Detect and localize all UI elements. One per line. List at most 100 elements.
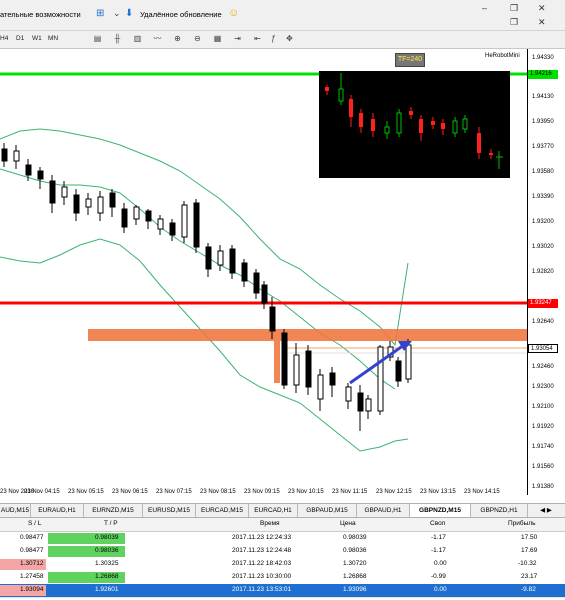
timeframe-label: TF=240 xyxy=(395,53,425,67)
cell-price: 0.98039 xyxy=(343,534,367,541)
smiley-icon[interactable]: ☺ xyxy=(228,7,239,19)
cell-time: 2017.11.22 18:42:03 xyxy=(232,560,292,567)
candles xyxy=(1,143,412,431)
cell-price: 1.30720 xyxy=(343,560,367,567)
price-tick: 1.91380 xyxy=(532,484,554,490)
price-tick: 1.91740 xyxy=(532,444,554,450)
download-icon[interactable]: ⬇ xyxy=(125,8,133,19)
col-price[interactable]: Цена xyxy=(340,520,356,527)
price-axis: 1.94330 1.94216 1.94130 1.93950 1.93770 … xyxy=(527,49,565,495)
cell-tp: 1.26868 xyxy=(95,573,119,580)
tab-chart[interactable]: EURCAD,H1 xyxy=(249,504,298,517)
trade-table-header: S / L T / P Время Цена Своп Прибыль xyxy=(0,518,565,532)
trade-row[interactable]: 1.27458 1.26868 2017.11.23 10:30:00 1.26… xyxy=(0,571,565,585)
timeframe-h4[interactable]: H4 xyxy=(0,35,8,42)
col-swap[interactable]: Своп xyxy=(430,520,445,527)
price-tick: 1.94130 xyxy=(532,94,554,100)
trade-row-selected[interactable]: 1.93094 1.92601 2017.11.23 13:53:01 1.93… xyxy=(0,584,565,598)
chart-tabs: AUD,M15 EURAUD,H1 EURNZD,M15 EURUSD,M15 … xyxy=(0,503,565,518)
timeframe-mn[interactable]: MN xyxy=(48,35,58,42)
cell-swap: -1.17 xyxy=(431,534,446,541)
autoscroll-icon[interactable]: ⇥ xyxy=(232,34,243,44)
tab-chart[interactable]: GBPAUD,H1 xyxy=(357,504,410,517)
col-sl[interactable]: S / L xyxy=(28,520,41,527)
zoom-in-icon[interactable]: ⊕ xyxy=(172,34,183,44)
chevron-down-icon[interactable]: ⌄ xyxy=(113,8,121,19)
time-tick: 23 Nov 09:15 xyxy=(244,489,280,495)
timeframe-d1[interactable]: D1 xyxy=(16,35,24,42)
minimize-icon[interactable]: – xyxy=(482,3,487,13)
time-tick: 23 Nov 06:15 xyxy=(112,489,148,495)
top-bar: ательные возможности ⊞ ⌄ ⬇ Удалённое обн… xyxy=(0,0,565,31)
chart-toolbar: H4 D1 W1 MN ▤ ╫ ▥ 〰 ⊕ ⊖ ▦ ⇥ ⇤ ƒ ✥ xyxy=(0,31,565,49)
trade-row[interactable]: 1.30712 1.30325 2017.11.22 18:42:03 1.30… xyxy=(0,558,565,572)
restore-icon[interactable]: ❐ xyxy=(510,3,518,14)
zone-vertical-bar xyxy=(274,341,280,383)
indicators-icon[interactable]: ƒ xyxy=(268,34,279,44)
tile-windows-icon[interactable]: ▦ xyxy=(212,34,223,44)
mini-chart-svg xyxy=(325,73,503,169)
time-tick: 23 Nov 11:15 xyxy=(332,489,368,495)
time-tick: 23 Nov 10:15 xyxy=(288,489,324,495)
cell-time: 2017.11.23 12:24:48 xyxy=(232,547,292,554)
trade-row[interactable]: 0.98477 0.98039 2017.11.23 12:24:33 0.98… xyxy=(0,532,565,546)
price-tick: 1.92640 xyxy=(532,319,554,325)
cell-profit: 23.17 xyxy=(521,573,538,580)
col-tp[interactable]: T / P xyxy=(104,520,118,527)
cell-sl: 1.93094 xyxy=(20,586,44,593)
tab-chart[interactable]: AUD,M15 xyxy=(0,504,31,517)
cell-swap: 0.00 xyxy=(434,560,447,567)
price-tick: 1.93200 xyxy=(532,219,554,225)
cell-profit: 17.50 xyxy=(521,534,538,541)
cell-swap: -1.17 xyxy=(431,547,446,554)
price-tick: 1.92300 xyxy=(532,384,554,390)
tab-chart[interactable]: EURCAD,M15 xyxy=(196,504,249,517)
trade-row[interactable]: 0.98477 0.98036 2017.11.23 12:24:48 0.98… xyxy=(0,545,565,559)
col-profit[interactable]: Прибыль xyxy=(508,520,536,527)
current-price-box: 1.93054 xyxy=(528,344,558,353)
new-order-icon[interactable]: ▤ xyxy=(92,34,103,44)
time-tick: 23 Nov 05:15 xyxy=(68,489,104,495)
tab-chart[interactable]: GBPAUD,M15 xyxy=(298,504,357,517)
close-child-icon[interactable]: ✕ xyxy=(538,17,546,28)
cell-sl: 1.30712 xyxy=(20,560,44,567)
periods-icon[interactable]: ✥ xyxy=(284,34,295,44)
remote-update-menu[interactable]: Удалённое обновление xyxy=(140,10,222,19)
zoom-out-icon[interactable]: ⊖ xyxy=(192,34,203,44)
line-chart-icon[interactable]: 〰 xyxy=(152,34,163,44)
windows-icon[interactable]: ⊞ xyxy=(96,8,104,19)
cell-sl: 0.98477 xyxy=(20,547,44,554)
cell-price: 0.98036 xyxy=(343,547,367,554)
accessibility-menu[interactable]: ательные возможности xyxy=(0,10,81,19)
price-tick: 1.92820 xyxy=(532,269,554,275)
cell-time: 2017.11.23 13:53:01 xyxy=(232,586,292,593)
bar-chart-icon[interactable]: ╫ xyxy=(112,34,123,44)
candlestick-icon[interactable]: ▥ xyxy=(132,34,143,44)
restore-child-icon[interactable]: ❐ xyxy=(510,17,518,28)
mini-chart xyxy=(319,71,510,178)
time-tick: 23 Nov 08:15 xyxy=(200,489,236,495)
time-tick: 23 Nov 13:15 xyxy=(420,489,456,495)
price-tick: 1.93020 xyxy=(532,244,554,250)
green-price-box: 1.94216 xyxy=(528,70,558,79)
time-axis: 23 Nov 2016 23 Nov 04:15 23 Nov 05:15 23… xyxy=(0,487,527,501)
col-time[interactable]: Время xyxy=(260,520,280,527)
cell-tp: 1.92601 xyxy=(95,586,119,593)
close-icon[interactable]: ✕ xyxy=(538,3,546,14)
tab-chart[interactable]: GBPNZD,H1 xyxy=(471,504,528,517)
price-tick: 1.91920 xyxy=(532,424,554,430)
brand-label: HeRobotMini xyxy=(485,53,520,59)
tab-chart[interactable]: EURNZD,M15 xyxy=(84,504,143,517)
cell-tp: 0.98036 xyxy=(95,547,119,554)
cell-sl: 1.27458 xyxy=(20,573,44,580)
chart-shift-icon[interactable]: ⇤ xyxy=(252,34,263,44)
price-tick: 1.91560 xyxy=(532,464,554,470)
tab-chart-active[interactable]: GBPNZD,M15 xyxy=(410,504,471,517)
tab-chart[interactable]: EURAUD,H1 xyxy=(31,504,84,517)
tab-chart[interactable]: EURUSD,M15 xyxy=(143,504,196,517)
tab-scroll-arrows[interactable]: ◀ ▶ xyxy=(528,504,564,517)
cell-tp: 1.30325 xyxy=(95,560,119,567)
cell-price: 1.93096 xyxy=(343,586,367,593)
timeframe-w1[interactable]: W1 xyxy=(32,35,42,42)
cell-sl: 0.98477 xyxy=(20,534,44,541)
